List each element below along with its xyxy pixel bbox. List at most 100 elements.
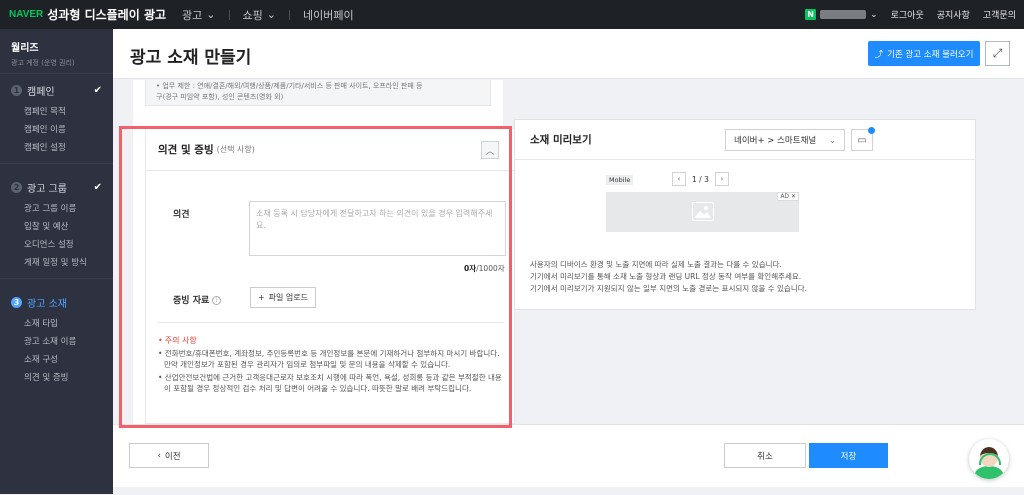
sidebar-item-campaign-settings[interactable]: 캠페인 설정 (0, 138, 113, 156)
save-button[interactable]: 저장 (809, 443, 888, 468)
sidebar-item-creative-name[interactable]: 광고 소재 이름 (0, 332, 113, 350)
opinion-label: 의견 (173, 210, 190, 220)
plus-icon: + (257, 293, 265, 302)
account-name: 월리즈 (11, 43, 39, 54)
account-info: 월리즈 광고 계정 (운영 권리) (0, 29, 113, 74)
load-existing-creative-button[interactable]: ⤴ 기존 광고 소재 불러오기 (868, 41, 980, 66)
content-area: • 업무 제한 : 연애/결혼/해외/여행/상품/제품/기타/서비스 등 판매 … (113, 80, 1024, 424)
chevron-down-icon: ⌄ (829, 135, 836, 145)
naver-user-icon: N (805, 9, 817, 20)
step-number: 3 (11, 297, 22, 308)
preview-note: 사용자의 디바이스 환경 및 노출 지면에 따라 실제 노출 결과는 다를 수 … (530, 260, 782, 269)
section-divider (158, 322, 504, 323)
image-icon (692, 202, 714, 221)
page-header: 광고 소재 만들기 ⤴ 기존 광고 소재 불러오기 ⤢ (113, 29, 1024, 79)
sidebar-item-opinion-evidence[interactable]: 의견 및 증빙 (0, 368, 113, 386)
menu-shopping[interactable]: 쇼핑 (243, 7, 263, 23)
sidebar-item-schedule[interactable]: 게재 일정 및 방식 (0, 253, 113, 271)
notice-link[interactable]: 공지사항 (937, 8, 970, 21)
step-campaign[interactable]: 1 캠페인 ✔ (0, 74, 113, 102)
logout-link[interactable]: 로그아웃 (891, 8, 924, 21)
sidebar-divider (0, 163, 113, 164)
chatbot-avatar-icon[interactable] (969, 439, 1009, 479)
menu-naverpay[interactable]: 네이버페이 (303, 7, 354, 23)
chevron-left-icon: ‹ (157, 450, 161, 461)
main-area: 광고 소재 만들기 ⤴ 기존 광고 소재 불러오기 ⤢ • 업무 제한 : 연애… (113, 29, 1024, 495)
optional-tag: (선택 사항) (216, 145, 255, 154)
preview-note: 기기에서 미리보기를 통해 소재 노출 형상과 랜딩 URL 정상 동작 여부를… (530, 272, 802, 281)
caution-item: • 전화번호/휴대폰번호, 계좌정보, 주민등록번호 등 개인정보를 본문에 기… (158, 349, 500, 369)
section-header: 의견 및 증빙 (선택 사항) (146, 129, 514, 171)
previous-section-tail: • 업무 제한 : 연애/결혼/해외/여행/상품/제품/기타/서비스 등 판매 … (145, 80, 491, 106)
page-indicator: 1 / 3 (692, 174, 709, 184)
evidence-label-text: 증빙 자료 (173, 296, 210, 306)
top-right-links: N ⌄ 로그아웃 공지사항 고객문의 (805, 0, 1016, 29)
previous-button[interactable]: ‹ 이전 (129, 443, 209, 468)
preview-pager: ‹ 1 / 3 › (672, 172, 729, 186)
check-icon: ✔ (93, 182, 102, 193)
top-menu: 광고 ⌄ 쇼핑 ⌄ 네이버페이 (182, 7, 354, 23)
menu-divider (288, 9, 290, 20)
load-button-label: 기존 광고 소재 불러오기 (887, 49, 974, 60)
expand-icon[interactable]: ⤢ (985, 41, 1010, 66)
notification-dot (868, 127, 875, 134)
caution-title: 주의 사항 (158, 335, 508, 346)
collapse-icon[interactable]: ︿ (481, 141, 499, 159)
sidebar-divider (0, 278, 113, 279)
step-label: 광고 그룹 (27, 184, 67, 195)
preview-notes: 사용자의 디바이스 환경 및 노출 지면에 따라 실제 노출 결과는 다를 수 … (530, 259, 807, 295)
char-max: /1000자 (476, 264, 505, 273)
opinion-evidence-section: 의견 및 증빙 (선택 사항) ︿ 의견 소재 등록 시 담당자에게 전달하고자… (145, 128, 515, 424)
char-count: 0자 (464, 264, 477, 273)
user-account[interactable]: N ⌄ (805, 9, 878, 20)
sidebar: 월리즈 광고 계정 (운영 권리) 1 캠페인 ✔ 캠페인 목적 캠페인 이름 … (0, 29, 113, 494)
footer-bar: ‹ 이전 취소 저장 (113, 424, 1024, 495)
sidebar-item-campaign-goal[interactable]: 캠페인 목적 (0, 102, 113, 120)
char-counter: 0자/1000자 (464, 263, 505, 274)
chevron-down-icon: ⌄ (266, 8, 276, 21)
step-label: 캠페인 (27, 87, 55, 98)
chevron-left-icon[interactable]: ‹ (672, 172, 686, 186)
naver-logo[interactable]: NAVER (9, 9, 43, 20)
sidebar-item-ad-group-name[interactable]: 광고 그룹 이름 (0, 199, 113, 217)
ad-label: AD ✕ (777, 192, 799, 201)
previous-label: 이전 (164, 451, 181, 462)
step-ad-group[interactable]: 2 광고 그룹 ✔ (0, 171, 113, 199)
chevron-down-icon: ⌄ (206, 8, 216, 21)
chevron-down-icon: ⌄ (870, 9, 878, 20)
section-title: 의견 및 증빙 (158, 144, 214, 156)
ad-preview-placeholder: AD ✕ (606, 192, 799, 232)
evidence-label: 증빙 자료 i (173, 293, 222, 306)
caution-item: • 산업안전보건법에 근거한 고객응대근로자 보호조치 시행에 따라 폭언, 욕… (158, 373, 502, 393)
user-id-redacted (820, 10, 867, 19)
caution-notice: 주의 사항 • 전화번호/휴대폰번호, 계좌정보, 주민등록번호 등 개인정보를… (158, 335, 508, 396)
file-upload-button[interactable]: + 파일 업로드 (250, 287, 316, 308)
opinion-textarea[interactable]: 소재 등록 시 담당자에게 전달하고자 하는 의견이 있을 경우 입력해주세요. (249, 201, 506, 256)
step-label: 광고 소재 (27, 299, 67, 310)
sidebar-item-creative-type[interactable]: 소재 타입 (0, 314, 113, 332)
chevron-right-icon[interactable]: › (714, 172, 729, 186)
step-number: 2 (11, 182, 22, 193)
menu-ad[interactable]: 광고 (182, 7, 202, 23)
channel-value: 네이버+ > 스마트채널 (734, 136, 817, 146)
load-icon: ⤴ (874, 49, 884, 60)
product-title[interactable]: 성과형 디스플레이 광고 (47, 6, 166, 23)
support-link[interactable]: 고객문의 (983, 8, 1016, 21)
channel-select[interactable]: 네이버+ > 스마트채널 ⌄ (725, 129, 845, 151)
page-title: 광고 소재 만들기 (130, 48, 252, 68)
avatar-body (975, 466, 1003, 479)
step-ad-creative[interactable]: 3 광고 소재 (0, 286, 113, 314)
device-preview-icon[interactable]: ▭ (851, 127, 875, 151)
cancel-button[interactable]: 취소 (724, 443, 806, 468)
upload-label: 파일 업로드 (268, 293, 309, 302)
sidebar-item-audience[interactable]: 오디언스 설정 (0, 235, 113, 253)
sidebar-item-campaign-name[interactable]: 캠페인 이름 (0, 120, 113, 138)
preview-note: 기기에서 미리보기가 지원되지 않는 일부 지면의 노출 경로는 표시되지 않을… (530, 284, 808, 293)
menu-divider (228, 9, 230, 20)
sidebar-item-bid-budget[interactable]: 입찰 및 예산 (0, 217, 113, 235)
check-icon: ✔ (93, 85, 102, 96)
info-icon[interactable]: i (212, 296, 222, 305)
prev-section-line: • 업무 제한 : 연애/결혼/해외/여행/상품/제품/기타/서비스 등 판매 … (156, 82, 423, 90)
step-number: 1 (11, 85, 22, 96)
sidebar-item-creative-composition[interactable]: 소재 구성 (0, 350, 113, 368)
